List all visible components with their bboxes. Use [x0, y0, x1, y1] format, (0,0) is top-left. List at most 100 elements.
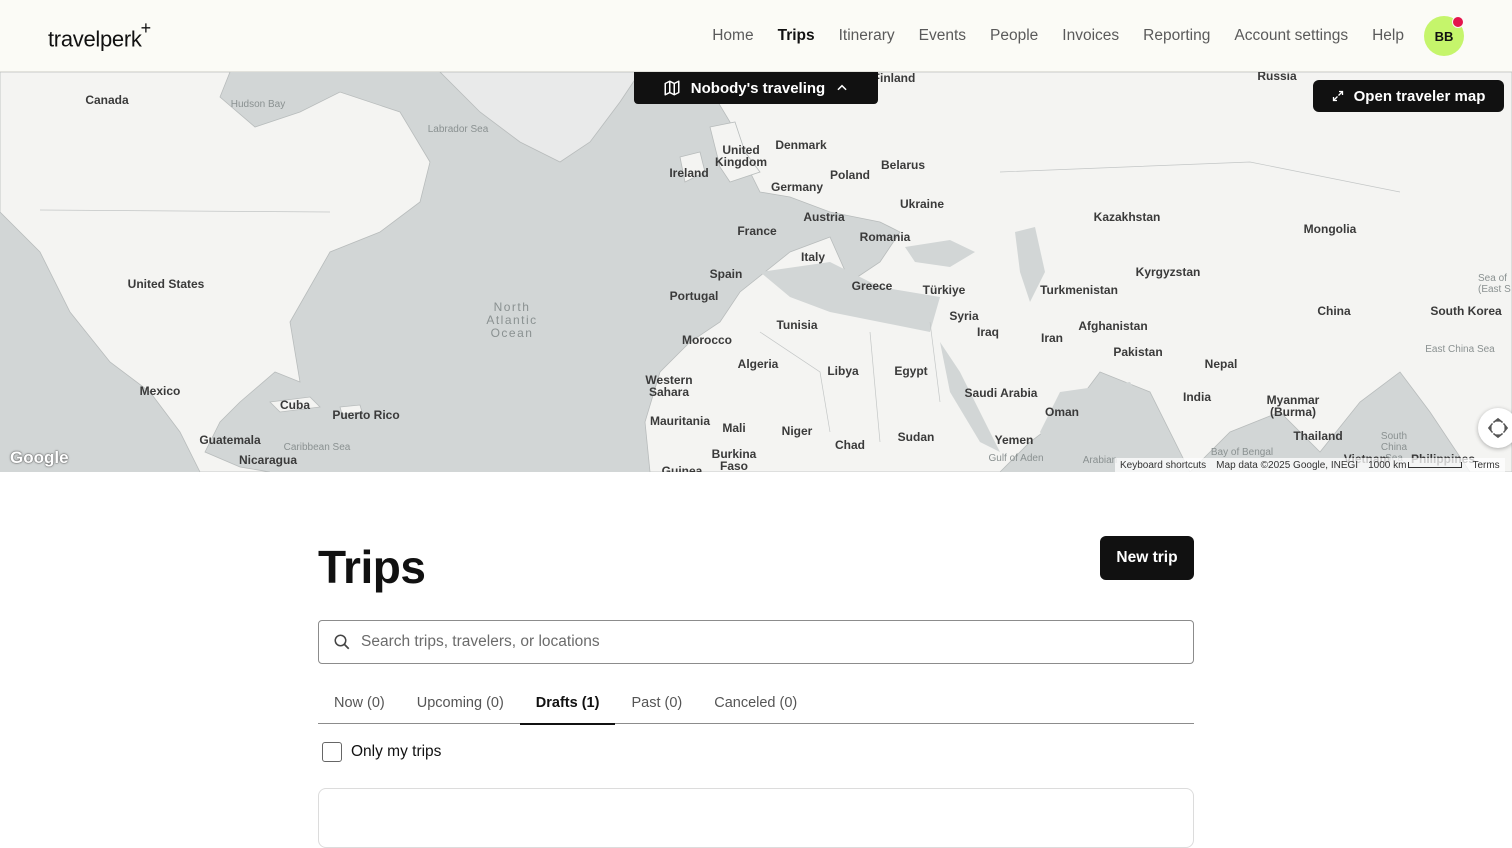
notification-dot: [1452, 16, 1464, 28]
map-label: Mauritania: [649, 414, 711, 428]
top-header: travelperk+ Home Trips Itinerary Events …: [0, 0, 1512, 72]
new-trip-button[interactable]: New trip: [1100, 536, 1194, 580]
map-ocean-label: North Atlantic Ocean: [486, 300, 538, 340]
map-label: Mongolia: [1303, 222, 1357, 236]
map-label: Kazakhstan: [1093, 210, 1161, 224]
map-label: France: [737, 224, 777, 238]
trip-card[interactable]: [318, 788, 1194, 848]
map-water-label: Sea of (East S: [1478, 273, 1511, 295]
map-label: India: [1182, 390, 1212, 404]
map-label: Nepal: [1204, 357, 1238, 371]
tab-canceled[interactable]: Canceled (0): [698, 682, 813, 724]
nav-home[interactable]: Home: [712, 27, 753, 45]
nav-people[interactable]: People: [990, 27, 1038, 45]
map-water-label: Arabian: [1082, 455, 1118, 466]
map-water-label: Caribbean Sea: [283, 442, 351, 453]
map-label: Myanmar (Burma): [1266, 393, 1320, 419]
map-scale[interactable]: 1000 km: [1363, 460, 1467, 471]
scale-bar: [1408, 461, 1463, 468]
map-label: Morocco: [681, 333, 733, 347]
map-label: Ukraine: [899, 197, 945, 211]
map-label: Yemen: [994, 433, 1034, 447]
map-label: Western Sahara: [645, 373, 693, 399]
map-label: Syria: [949, 309, 979, 323]
map-water-label: Gulf of Aden: [988, 453, 1044, 464]
map-label: Belarus: [880, 158, 926, 172]
tab-now[interactable]: Now (0): [318, 682, 401, 724]
map-label: United Kingdom: [715, 143, 767, 169]
trip-search[interactable]: [318, 620, 1194, 664]
only-my-trips-checkbox[interactable]: [322, 742, 342, 762]
map-label: Egypt: [894, 364, 928, 378]
expand-icon: [1332, 90, 1343, 102]
map-label: Austria: [803, 210, 845, 224]
search-input[interactable]: [361, 633, 1161, 651]
map-label: Ireland: [669, 166, 709, 180]
map-label: Greece: [851, 279, 893, 293]
map-label: Libya: [827, 364, 859, 378]
logo-text: travelperk: [48, 26, 142, 52]
map-label: Italy: [800, 250, 826, 264]
travelperk-logo[interactable]: travelperk+: [48, 18, 151, 52]
open-traveler-map-button[interactable]: Open traveler map: [1313, 80, 1504, 112]
google-logo[interactable]: Google: [10, 448, 69, 468]
map-label: Poland: [829, 168, 871, 182]
only-my-trips-filter[interactable]: Only my trips: [322, 742, 441, 762]
tab-upcoming[interactable]: Upcoming (0): [401, 682, 520, 724]
nav-events[interactable]: Events: [919, 27, 966, 45]
map-label: Mexico: [139, 384, 181, 398]
map-label: Iran: [1040, 331, 1064, 345]
only-my-trips-label: Only my trips: [351, 743, 442, 760]
tab-drafts[interactable]: Drafts (1): [519, 682, 616, 725]
nav-invoices[interactable]: Invoices: [1062, 27, 1119, 45]
nav-trips[interactable]: Trips: [778, 27, 815, 45]
nobody-traveling-toggle[interactable]: Nobody's traveling: [634, 72, 878, 104]
map-label: Iraq: [976, 325, 1000, 339]
map-attribution: Keyboard shortcuts Map data ©2025 Google…: [1115, 458, 1505, 472]
map-label: South Korea: [1430, 304, 1502, 318]
map-label: Saudi Arabia: [964, 386, 1038, 400]
map-water-label: East China Sea: [1425, 344, 1495, 355]
map-label: Canada: [85, 93, 129, 107]
open-map-label: Open traveler map: [1353, 87, 1486, 105]
map-label: Oman: [1044, 405, 1080, 419]
map-label: Niger: [781, 424, 813, 438]
map-label: China: [1317, 304, 1351, 318]
map-label: Germany: [770, 180, 824, 194]
map-scale-text: 1000 km: [1368, 459, 1407, 471]
map-water-label: Bay of Bengal: [1210, 447, 1274, 458]
map-label: Guatemala: [199, 433, 261, 447]
chevron-up-icon: [837, 84, 847, 91]
map-water-label: Labrador Sea: [427, 124, 489, 135]
map-label: Mali: [722, 421, 746, 435]
main-nav: Home Trips Itinerary Events People Invoi…: [712, 0, 1404, 72]
terms-link[interactable]: Terms: [1467, 460, 1504, 471]
map-label: Denmark: [775, 138, 827, 152]
map-label: Pakistan: [1113, 345, 1163, 359]
map-label: Türkiye: [922, 283, 966, 297]
map-label: Spain: [709, 267, 743, 281]
map-label: Turkmenistan: [1040, 283, 1118, 297]
map-label: Kyrgyzstan: [1135, 265, 1201, 279]
keyboard-shortcuts-link[interactable]: Keyboard shortcuts: [1115, 460, 1211, 471]
map-label: Nicaragua: [238, 453, 298, 467]
tab-past[interactable]: Past (0): [615, 682, 698, 724]
map-fullscreen-button[interactable]: [1478, 408, 1512, 448]
trip-tabs: Now (0) Upcoming (0) Drafts (1) Past (0)…: [318, 682, 1194, 725]
map-label: Chad: [835, 438, 865, 452]
map-data-text: Map data ©2025 Google, INEGI: [1216, 459, 1359, 471]
nav-reporting[interactable]: Reporting: [1143, 27, 1210, 45]
search-icon: [334, 634, 350, 650]
nav-itinerary[interactable]: Itinerary: [839, 27, 895, 45]
nav-account-settings[interactable]: Account settings: [1234, 27, 1348, 45]
map-label: Finland: [872, 72, 916, 85]
map-label: Algeria: [737, 357, 779, 371]
map-label: Tunisia: [776, 318, 818, 332]
map-label: Romania: [859, 230, 911, 244]
map-icon: [664, 80, 680, 96]
page-title: Trips: [318, 541, 426, 593]
map-label: Afghanistan: [1078, 319, 1148, 333]
map-label: United States: [127, 277, 205, 291]
nav-help[interactable]: Help: [1372, 27, 1404, 45]
traveler-map[interactable]: Canada United States Mexico Cuba Puerto …: [0, 72, 1512, 472]
